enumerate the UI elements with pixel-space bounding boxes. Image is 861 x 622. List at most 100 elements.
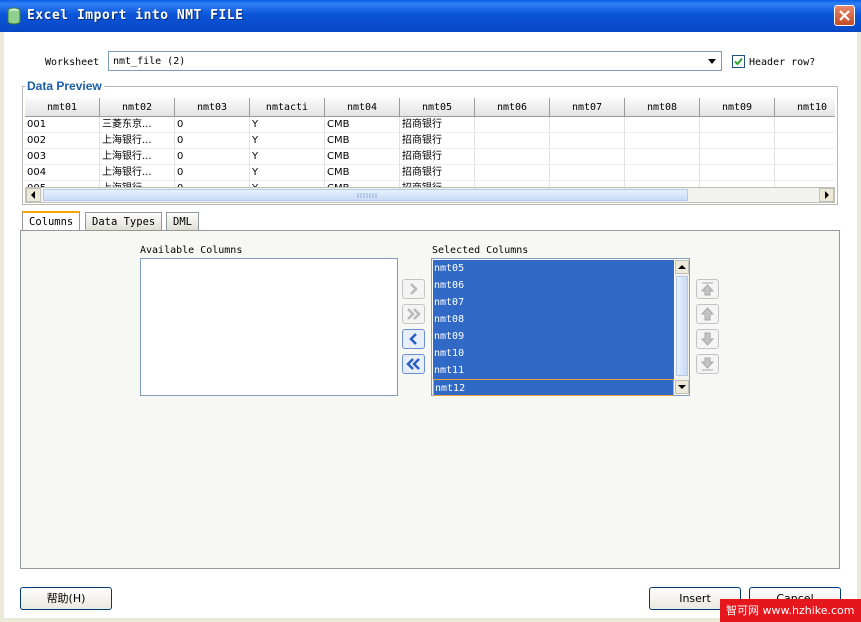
scroll-up-button[interactable] bbox=[675, 260, 689, 274]
table-cell[interactable]: 0 bbox=[175, 117, 250, 133]
column-header[interactable]: nmt04 bbox=[325, 98, 400, 117]
table-cell[interactable] bbox=[475, 117, 550, 133]
selected-column-item[interactable]: nmt11 bbox=[433, 362, 674, 379]
table-cell[interactable]: Y bbox=[250, 133, 325, 149]
move-all-right-button[interactable] bbox=[402, 304, 425, 324]
selected-columns-list[interactable]: nmt05 nmt06 nmt07 nmt08 nmt09 nmt10 nmt11 nmt12 bbox=[431, 258, 690, 396]
column-header[interactable]: nmt09 bbox=[700, 98, 775, 117]
selected-column-item[interactable]: nmt10 bbox=[433, 345, 674, 362]
column-header[interactable]: nmt05 bbox=[400, 98, 475, 117]
available-columns-list[interactable] bbox=[140, 258, 398, 396]
header-row-checkbox[interactable] bbox=[732, 55, 745, 68]
table-cell[interactable]: CMB bbox=[325, 133, 400, 149]
table-cell[interactable]: CMB bbox=[325, 149, 400, 165]
table-cell[interactable] bbox=[700, 117, 775, 133]
table-cell[interactable] bbox=[550, 149, 625, 165]
column-header[interactable]: nmt06 bbox=[475, 98, 550, 117]
arrow-left-icon bbox=[31, 191, 35, 199]
table-cell[interactable]: 上海银行... bbox=[100, 133, 175, 149]
table-cell[interactable] bbox=[550, 133, 625, 149]
data-preview-grid[interactable]: nmt01 nmt02 nmt03 nmtacti nmt04 nmt05 nmt06 nmt… bbox=[25, 98, 835, 188]
table-cell[interactable]: 0 bbox=[175, 149, 250, 165]
table-cell[interactable]: 招商银行 bbox=[400, 133, 475, 149]
table-cell[interactable]: Y bbox=[250, 165, 325, 181]
move-down-button[interactable] bbox=[696, 329, 719, 349]
table-cell[interactable]: 004 bbox=[25, 165, 100, 181]
move-all-left-button[interactable] bbox=[402, 354, 425, 374]
selected-column-item[interactable]: nmt09 bbox=[433, 328, 674, 345]
close-button[interactable] bbox=[834, 5, 855, 26]
table-cell[interactable]: 招商银行 bbox=[400, 149, 475, 165]
table-cell[interactable] bbox=[700, 149, 775, 165]
scroll-right-button[interactable] bbox=[819, 188, 834, 202]
help-button[interactable]: 帮助(H) bbox=[20, 587, 112, 610]
tab-dml[interactable]: DML bbox=[166, 212, 199, 230]
scroll-down-button[interactable] bbox=[675, 380, 689, 394]
selected-column-item[interactable]: nmt06 bbox=[433, 277, 674, 294]
table-cell[interactable]: 0 bbox=[175, 133, 250, 149]
table-cell[interactable] bbox=[700, 165, 775, 181]
worksheet-select[interactable]: nmt_file (2) bbox=[108, 51, 722, 71]
tab-columns[interactable]: Columns bbox=[22, 211, 81, 231]
selected-column-item[interactable]: nmt05 bbox=[433, 260, 674, 277]
column-header[interactable]: nmt08 bbox=[625, 98, 700, 117]
arrow-top-icon bbox=[700, 282, 715, 296]
horizontal-scrollbar[interactable] bbox=[25, 187, 835, 203]
column-header[interactable]: nmt01 bbox=[25, 98, 100, 117]
checkmark-icon bbox=[734, 57, 743, 66]
table-cell[interactable]: 上海银行... bbox=[100, 165, 175, 181]
move-top-button[interactable] bbox=[696, 279, 719, 299]
selected-column-item[interactable]: nmt12 bbox=[433, 379, 674, 396]
table-cell[interactable] bbox=[775, 133, 835, 149]
table-cell[interactable] bbox=[775, 165, 835, 181]
table-cell[interactable]: 003 bbox=[25, 149, 100, 165]
table-cell[interactable]: 0 bbox=[175, 165, 250, 181]
move-left-button[interactable] bbox=[402, 329, 425, 349]
title-bar[interactable]: Excel Import into NMT FILE bbox=[0, 0, 861, 32]
table-cell[interactable]: CMB bbox=[325, 165, 400, 181]
arrow-down-icon bbox=[700, 332, 715, 346]
move-up-button[interactable] bbox=[696, 304, 719, 324]
table-cell[interactable] bbox=[550, 117, 625, 133]
selected-column-item[interactable]: nmt08 bbox=[433, 311, 674, 328]
table-cell[interactable] bbox=[550, 165, 625, 181]
column-header[interactable]: nmt03 bbox=[175, 98, 250, 117]
table-cell[interactable] bbox=[625, 133, 700, 149]
table-cell[interactable] bbox=[775, 149, 835, 165]
grip-icon bbox=[357, 193, 377, 198]
table-cell[interactable] bbox=[625, 149, 700, 165]
table-cell[interactable]: 招商银行 bbox=[400, 165, 475, 181]
table-cell[interactable]: 上海银行... bbox=[100, 149, 175, 165]
column-header[interactable]: nmt10 bbox=[775, 98, 835, 117]
table-cell[interactable]: 001 bbox=[25, 117, 100, 133]
selected-column-item[interactable]: nmt07 bbox=[433, 294, 674, 311]
table-cell[interactable]: Y bbox=[250, 117, 325, 133]
table-cell[interactable]: 002 bbox=[25, 133, 100, 149]
column-header[interactable]: nmtacti bbox=[250, 98, 325, 117]
table-cell[interactable] bbox=[475, 165, 550, 181]
window-title: Excel Import into NMT FILE bbox=[27, 8, 244, 23]
vertical-scrollbar[interactable] bbox=[675, 260, 689, 394]
app-icon bbox=[7, 7, 21, 25]
table-cell[interactable] bbox=[475, 149, 550, 165]
table-cell[interactable] bbox=[475, 133, 550, 149]
tab-data-types[interactable]: Data Types bbox=[85, 212, 163, 230]
column-header[interactable]: nmt07 bbox=[550, 98, 625, 117]
chevron-down-icon[interactable] bbox=[705, 54, 719, 68]
move-bottom-button[interactable] bbox=[696, 354, 719, 374]
column-header[interactable]: nmt02 bbox=[100, 98, 175, 117]
table-cell[interactable]: 三菱东京... bbox=[100, 117, 175, 133]
table-cell[interactable] bbox=[700, 133, 775, 149]
table-cell[interactable]: Y bbox=[250, 149, 325, 165]
double-chevron-left-icon bbox=[406, 358, 420, 370]
table-cell[interactable] bbox=[775, 117, 835, 133]
table-cell[interactable]: CMB bbox=[325, 117, 400, 133]
horizontal-scroll-thumb[interactable] bbox=[43, 189, 688, 201]
table-cell[interactable] bbox=[625, 117, 700, 133]
vertical-scroll-thumb[interactable] bbox=[676, 276, 688, 376]
worksheet-value: nmt_file (2) bbox=[113, 56, 186, 67]
move-right-button[interactable] bbox=[402, 279, 425, 299]
table-cell[interactable] bbox=[625, 165, 700, 181]
table-cell[interactable]: 招商银行 bbox=[400, 117, 475, 133]
scroll-left-button[interactable] bbox=[26, 188, 41, 202]
